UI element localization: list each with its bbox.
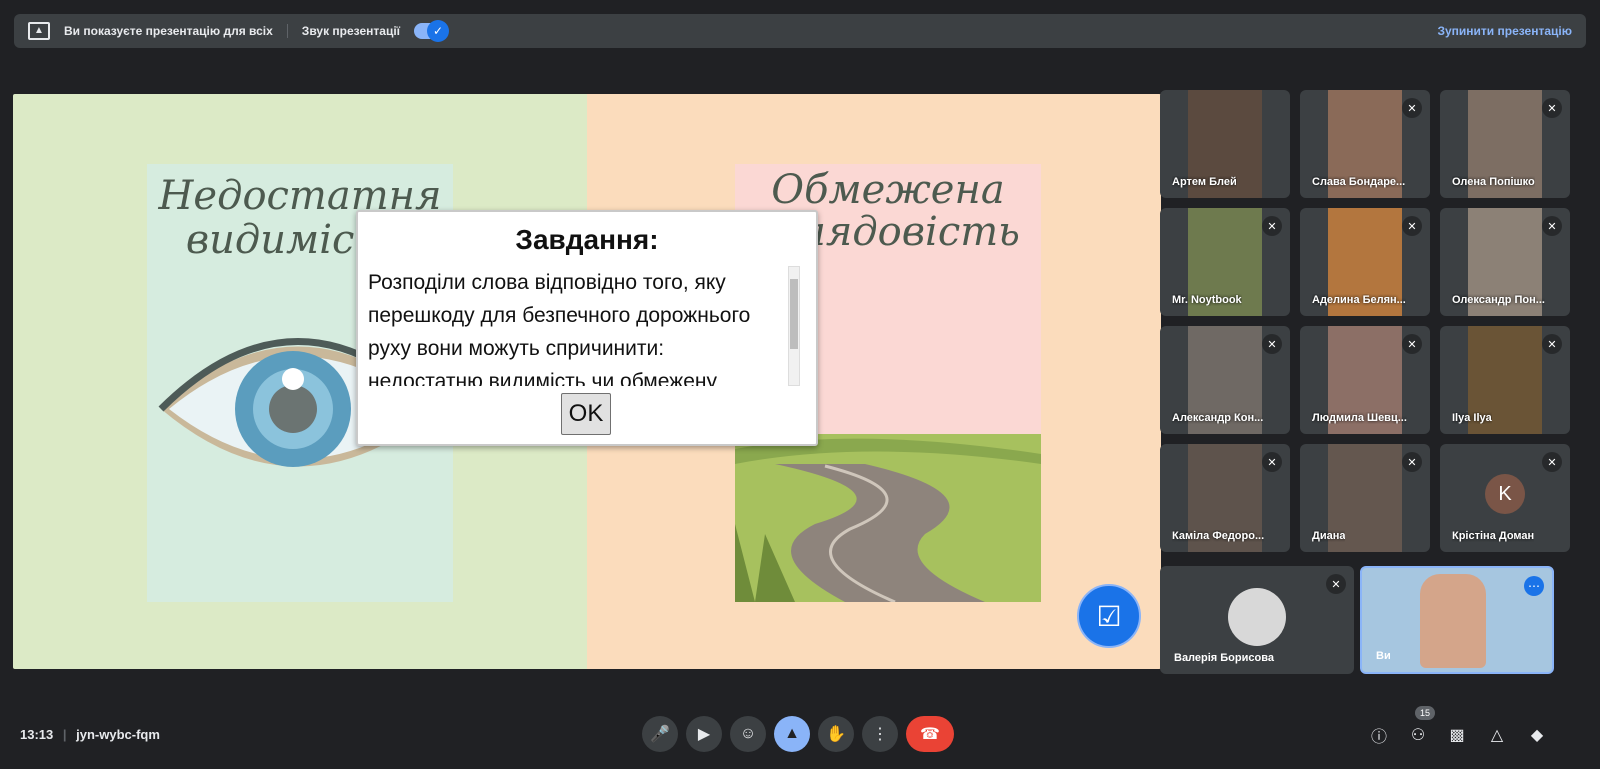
participant-name: Олександр Пон... xyxy=(1452,294,1545,306)
hangup-icon: ☎ xyxy=(920,726,940,743)
people-icon: ⚇ xyxy=(1410,727,1426,744)
checkbox-icon: ☑ xyxy=(1096,600,1122,632)
more-options-button[interactable]: ⋮ xyxy=(862,716,898,752)
mic-off-icon: ✕ xyxy=(1402,452,1422,472)
ok-button[interactable]: OK xyxy=(561,393,611,435)
participant-tile[interactable]: Артем Блей xyxy=(1160,90,1290,198)
more-options-icon[interactable]: ⋯ xyxy=(1524,576,1544,596)
presenting-text: Ви показуєте презентацію для всіх xyxy=(64,24,273,38)
present-now-button[interactable]: ▲ xyxy=(774,716,810,752)
host-controls-button[interactable]: ◆ xyxy=(1526,724,1548,746)
participant-name: Аделина Белян... xyxy=(1312,294,1406,306)
presenting-banner: ▲ Ви показуєте презентацію для всіх Звук… xyxy=(14,14,1586,48)
mic-off-icon: ✕ xyxy=(1542,334,1562,354)
participant-name: Людмила Шевц... xyxy=(1312,412,1407,424)
leave-call-button[interactable]: ☎ xyxy=(906,716,954,752)
present-screen-icon: ▲ xyxy=(784,725,800,742)
hand-icon: ✋ xyxy=(826,726,846,743)
people-button[interactable]: ⚇ 15 xyxy=(1407,706,1435,746)
emoji-icon: ☺ xyxy=(739,725,757,742)
divider: | xyxy=(62,727,67,742)
chat-icon: ▩ xyxy=(1449,727,1465,744)
mic-off-icon: ✕ xyxy=(1542,452,1562,472)
mic-off-icon: ✕ xyxy=(1402,98,1422,118)
avatar xyxy=(1228,588,1286,646)
participant-tile-valeriia[interactable]: ✕ Валерія Борисова xyxy=(1160,566,1354,674)
microphone-icon: 🎤 xyxy=(650,726,670,743)
participant-tile[interactable]: ✕ Ilya Ilya xyxy=(1440,326,1570,434)
dialog-heading: Завдання: xyxy=(515,224,659,255)
participant-name: Олена Попішко xyxy=(1452,176,1535,188)
participant-name: Александр Кон... xyxy=(1172,412,1264,424)
participant-tile[interactable]: ✕ Аделина Белян... xyxy=(1300,208,1430,316)
mic-off-icon: ✕ xyxy=(1402,216,1422,236)
participant-name: Диана xyxy=(1312,530,1346,542)
participant-name: Ви xyxy=(1376,650,1391,662)
stop-presenting-button[interactable]: Зупинити презентацію xyxy=(1437,24,1572,38)
info-icon: ⓘ xyxy=(1370,729,1387,746)
activities-button[interactable]: △ xyxy=(1486,724,1508,746)
participant-name: Слава Бондаре... xyxy=(1312,176,1406,188)
participant-name: Ilya Ilya xyxy=(1452,412,1492,424)
participant-tile[interactable]: ✕ Mr. Noytbook xyxy=(1160,208,1290,316)
participant-tile[interactable]: ✕ Слава Бондаре... xyxy=(1300,90,1430,198)
people-count-badge: 15 xyxy=(1415,706,1435,720)
camera-button[interactable]: ▶ xyxy=(686,716,722,752)
participant-name: Крістіна Доман xyxy=(1452,530,1535,542)
presentation-stage: Недостатня видимість Обмежена оглядовіст… xyxy=(13,94,1161,669)
microphone-button[interactable]: 🎤 xyxy=(642,716,678,752)
bottom-bar: 13:13 | jyn-wybc-fqm 🎤 ▶ ☺ ▲ ✋ ⋮ ☎ ⓘ ⚇ 1… xyxy=(0,706,1600,760)
participant-tile[interactable]: ✕ Диана xyxy=(1300,444,1430,552)
presentation-sound-label: Звук презентації xyxy=(301,24,401,38)
mic-off-icon: ✕ xyxy=(1262,216,1282,236)
check-icon: ✓ xyxy=(427,20,450,42)
check-answer-button[interactable]: ☑ xyxy=(1077,584,1141,648)
banner-divider xyxy=(286,24,288,38)
participant-name: Валерія Борисова xyxy=(1174,652,1274,664)
camera-icon: ▶ xyxy=(697,726,711,743)
participant-tile-self[interactable]: ⋯ Ви xyxy=(1360,566,1554,674)
present-screen-icon: ▲ xyxy=(28,22,50,40)
lock-icon: ◆ xyxy=(1530,727,1544,744)
mic-off-icon: ✕ xyxy=(1262,452,1282,472)
meeting-code: jyn-wybc-fqm xyxy=(76,727,160,742)
participant-tile[interactable]: ✕ Олена Попішко xyxy=(1440,90,1570,198)
participant-tile[interactable]: ✕ Каміла Федоро... xyxy=(1160,444,1290,552)
task-dialog: Завдання: Розподіли слова відповідно тог… xyxy=(356,210,818,446)
mic-off-icon: ✕ xyxy=(1326,574,1346,594)
meeting-details-button[interactable]: ⓘ xyxy=(1368,724,1390,746)
chat-button[interactable]: ▩ xyxy=(1446,724,1468,746)
dialog-body-text: Розподіли слова відповідно того, яку пер… xyxy=(368,271,751,386)
mic-off-icon: ✕ xyxy=(1402,334,1422,354)
participant-tile[interactable]: ✕ Олександр Пон... xyxy=(1440,208,1570,316)
reactions-button[interactable]: ☺ xyxy=(730,716,766,752)
self-video xyxy=(1420,574,1486,668)
participant-name: Артем Блей xyxy=(1172,176,1237,188)
participant-tile[interactable]: ✕ Людмила Шевц... xyxy=(1300,326,1430,434)
activities-icon: △ xyxy=(1490,727,1504,744)
participant-tile[interactable]: K ✕ Крістіна Доман xyxy=(1440,444,1570,552)
participant-name: Каміла Федоро... xyxy=(1172,530,1265,542)
presentation-sound-toggle[interactable]: ✓ xyxy=(414,20,450,42)
dialog-scrollbar[interactable] xyxy=(788,266,800,386)
mic-off-icon: ✕ xyxy=(1262,334,1282,354)
scrollbar-thumb[interactable] xyxy=(790,279,798,349)
more-vert-icon: ⋮ xyxy=(872,726,888,743)
avatar: K xyxy=(1485,474,1525,514)
meeting-info: 13:13 | jyn-wybc-fqm xyxy=(20,727,160,742)
mic-off-icon: ✕ xyxy=(1542,216,1562,236)
participant-tile[interactable]: ✕ Александр Кон... xyxy=(1160,326,1290,434)
participant-name: Mr. Noytbook xyxy=(1172,294,1242,306)
raise-hand-button[interactable]: ✋ xyxy=(818,716,854,752)
clock-time: 13:13 xyxy=(20,727,54,742)
mic-off-icon: ✕ xyxy=(1542,98,1562,118)
